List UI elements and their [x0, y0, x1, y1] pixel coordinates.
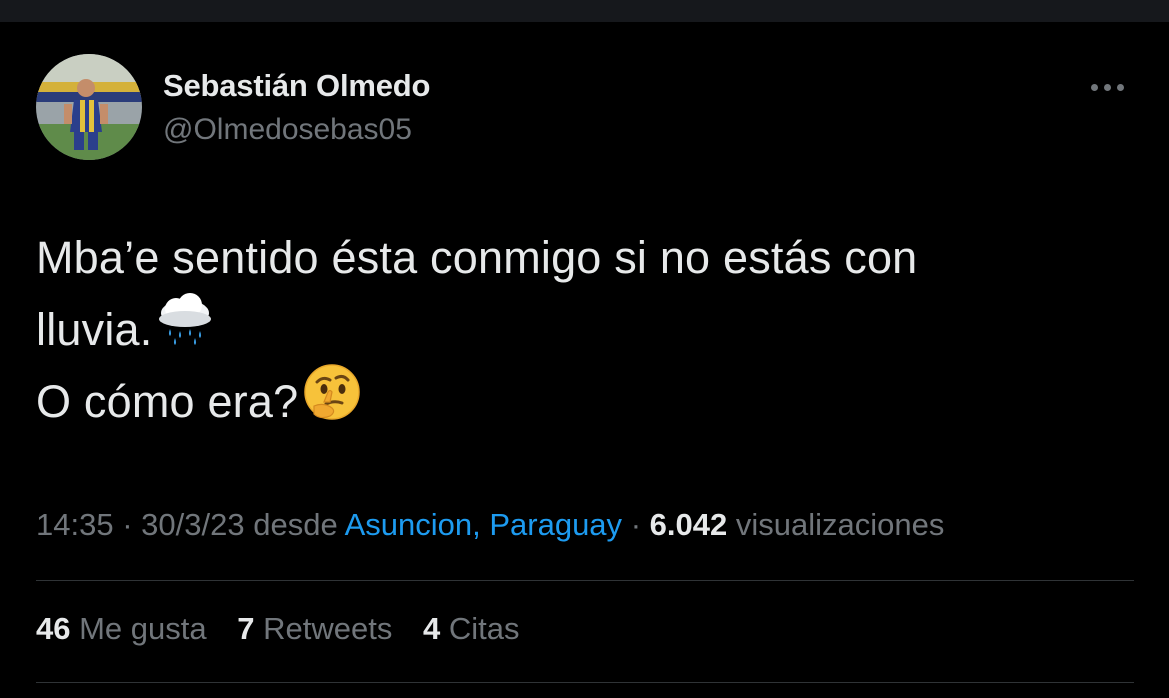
- rain-cloud-emoji-icon: [156, 291, 214, 370]
- likes-count: 46: [36, 611, 71, 646]
- views-label: visualizaciones: [735, 507, 945, 542]
- tweet-text-line: O cómo era?: [36, 363, 1146, 438]
- views-count: 6.042: [649, 507, 728, 542]
- more-options-button[interactable]: [1078, 68, 1136, 106]
- tweet-text-line: lluvia.: [36, 292, 1146, 366]
- tweet-date[interactable]: 30/3/23: [141, 507, 244, 542]
- tweet-text: Mba’e sentido ésta conmigo si no estás c…: [36, 222, 1146, 438]
- likes-stat[interactable]: 46 Me gusta: [36, 611, 215, 646]
- retweets-stat[interactable]: 7 Retweets: [237, 611, 401, 646]
- tweet-text-segment: O cómo era?: [36, 376, 299, 427]
- author-display-name[interactable]: Sebastián Olmedo: [163, 68, 430, 104]
- meta-separator: ·: [122, 507, 133, 542]
- more-horizontal-icon: [1088, 83, 1127, 91]
- thinking-face-emoji-icon: [302, 362, 362, 443]
- tweet-text-line: Mba’e sentido ésta conmigo si no estás c…: [36, 222, 1146, 294]
- divider: [36, 580, 1134, 581]
- location-link[interactable]: Asuncion, Paraguay: [345, 507, 622, 542]
- divider: [36, 682, 1134, 683]
- tweet-time[interactable]: 14:35: [36, 507, 114, 542]
- engagement-stats: 46 Me gusta 7 Retweets 4 Citas: [36, 611, 542, 647]
- tweet-meta: 14:35 · 30/3/23 desde Asuncion, Paraguay…: [36, 507, 944, 543]
- retweets-count: 7: [237, 611, 255, 646]
- top-bar: [0, 0, 1169, 22]
- author-handle[interactable]: @Olmedosebas05: [163, 113, 412, 147]
- likes-label: Me gusta: [79, 611, 207, 646]
- quotes-label: Citas: [448, 611, 520, 646]
- meta-separator: ·: [630, 507, 642, 542]
- avatar[interactable]: [36, 54, 142, 160]
- quotes-count: 4: [422, 611, 441, 646]
- retweets-label: Retweets: [263, 611, 393, 646]
- tweet-text-segment: Mba’e sentido ésta conmigo si no estás c…: [36, 232, 918, 283]
- quotes-stat[interactable]: 4 Citas: [423, 611, 520, 646]
- from-label: desde: [253, 507, 338, 542]
- tweet-text-segment: lluvia.: [36, 304, 153, 355]
- player-photo-avatar-icon: [36, 54, 142, 160]
